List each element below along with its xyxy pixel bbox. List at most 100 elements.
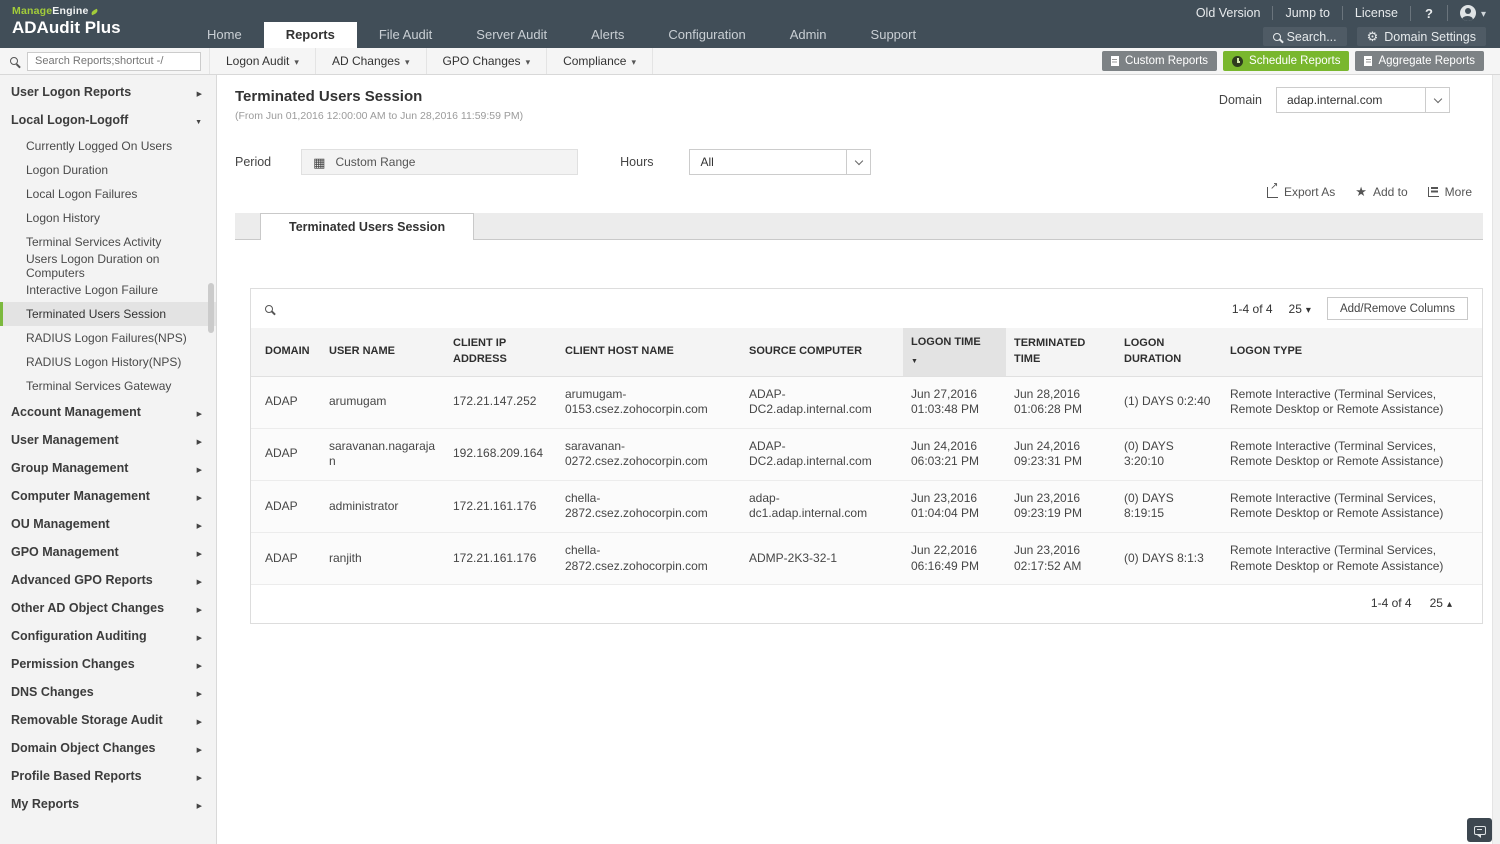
domain-label: Domain — [1218, 93, 1262, 107]
cell-client-host: chella-2872.csez.zohocorpin.com — [565, 490, 708, 521]
sidebar-item[interactable]: Terminated Users Session — [0, 302, 216, 326]
sidebar-item[interactable]: Configuration Auditing — [0, 622, 216, 650]
sidebar-item[interactable]: Advanced GPO Reports — [0, 566, 216, 594]
sidebar-item[interactable]: Profile Based Reports — [0, 762, 216, 790]
report-menu[interactable]: Compliance — [547, 48, 653, 74]
expand-arrow-icon — [197, 574, 202, 587]
sidebar-item[interactable]: RADIUS Logon History(NPS) — [0, 350, 216, 374]
sidebar-item[interactable]: User Logon Reports — [0, 78, 216, 106]
quick-link[interactable]: License — [1341, 6, 1410, 20]
header-quick-links: Old Version Jump to License ? — [1184, 5, 1486, 21]
hours-select[interactable]: All — [689, 149, 872, 175]
nav-tab[interactable]: Admin — [768, 22, 849, 48]
column-header[interactable]: USER NAME — [321, 328, 445, 377]
sidebar-item[interactable]: Other AD Object Changes — [0, 594, 216, 622]
sidebar-item[interactable]: Currently Logged On Users — [0, 134, 216, 158]
nav-tab[interactable]: File Audit — [357, 22, 454, 48]
sidebar-item[interactable]: Removable Storage Audit — [0, 706, 216, 734]
add-remove-columns-button[interactable]: Add/Remove Columns — [1326, 297, 1468, 320]
report-menu[interactable]: Logon Audit — [209, 48, 316, 74]
user-menu[interactable] — [1446, 5, 1486, 21]
report-content: Terminated Users Session (From Jun 01,20… — [217, 75, 1500, 844]
sidebar-item[interactable]: OU Management — [0, 510, 216, 538]
expand-arrow-icon — [197, 798, 202, 811]
sidebar-item[interactable]: Local Logon-Logoff — [0, 106, 216, 134]
nav-tab[interactable]: Alerts — [569, 22, 646, 48]
expand-arrow-icon — [197, 742, 202, 755]
nav-tab[interactable]: Support — [849, 22, 939, 48]
nav-tab[interactable]: Server Audit — [454, 22, 569, 48]
reports-sidebar: User Logon Reports Local Logon-Logoff Cu… — [0, 75, 217, 844]
sidebar-item[interactable]: Logon History — [0, 206, 216, 230]
page-scrollbar[interactable] — [1492, 75, 1500, 844]
quick-link[interactable]: Old Version — [1184, 6, 1273, 20]
sidebar-item[interactable]: User Management — [0, 426, 216, 454]
expand-arrow-icon — [197, 658, 202, 671]
gear-icon: ⚙ — [1366, 29, 1379, 44]
period-input[interactable]: ▦ Custom Range — [301, 149, 579, 175]
sidebar-item[interactable]: Logon Duration — [0, 158, 216, 182]
cell-logon-time: Jun 27,2016 01:03:48 PM — [911, 386, 980, 417]
nav-tab[interactable]: Home — [185, 22, 264, 48]
toolbar-button[interactable]: Aggregate Reports — [1355, 51, 1484, 71]
column-header[interactable]: CLIENT HOST NAME — [557, 328, 741, 377]
sidebar-item[interactable]: DNS Changes — [0, 678, 216, 706]
chevron-down-icon[interactable] — [1425, 88, 1449, 112]
column-header[interactable]: LOGON DURATION — [1116, 328, 1222, 377]
column-header[interactable]: LOGON TIME — [903, 328, 1006, 377]
expand-arrow-icon — [197, 86, 202, 99]
quick-link[interactable]: Jump to — [1272, 6, 1341, 20]
global-search-button[interactable]: Search... — [1262, 27, 1347, 46]
sidebar-item[interactable]: Permission Changes — [0, 650, 216, 678]
toolbar-button[interactable]: Custom Reports — [1101, 51, 1218, 71]
chevron-down-icon — [294, 54, 299, 68]
domain-settings-button[interactable]: ⚙ Domain Settings — [1356, 27, 1486, 46]
chevron-down-icon — [526, 54, 531, 68]
action-icon — [1355, 185, 1367, 199]
report-action-link[interactable]: Export As — [1266, 181, 1335, 199]
sidebar-item[interactable]: Users Logon Duration on Computers — [0, 252, 216, 280]
sidebar-item[interactable]: My Reports — [0, 790, 216, 818]
chevron-down-icon — [1481, 6, 1486, 20]
toolbar-buttons: Custom Reports Schedule Reports Aggregat… — [1101, 51, 1484, 71]
sidebar-item[interactable]: Domain Object Changes — [0, 734, 216, 762]
chevron-down-icon[interactable] — [846, 150, 870, 174]
sidebar-item[interactable]: Terminal Services Activity — [0, 230, 216, 254]
domain-select[interactable]: adap.internal.com — [1276, 87, 1450, 113]
sidebar-scrollbar[interactable] — [208, 283, 214, 333]
sidebar-item[interactable]: RADIUS Logon Failures(NPS) — [0, 326, 216, 350]
toolbar-button[interactable]: Schedule Reports — [1223, 51, 1350, 71]
app-window: ManageEngine ADAudit Plus Home Reports F… — [0, 0, 1500, 844]
column-header[interactable]: DOMAIN — [251, 328, 321, 377]
sidebar-item[interactable]: Account Management — [0, 398, 216, 426]
column-header[interactable]: SOURCE COMPUTER — [741, 328, 903, 377]
manageengine-logo[interactable]: ManageEngine ADAudit Plus — [12, 5, 121, 38]
sidebar-item[interactable]: Interactive Logon Failure — [0, 278, 216, 302]
report-action-link[interactable]: More — [1427, 185, 1472, 199]
sidebar-item[interactable]: GPO Management — [0, 538, 216, 566]
page-size-select[interactable]: 25 — [1289, 302, 1311, 316]
nav-tab[interactable]: Reports — [263, 22, 357, 48]
report-search-input[interactable] — [27, 51, 201, 71]
feedback-chat-button[interactable] — [1467, 818, 1492, 842]
sidebar-item[interactable]: Group Management — [0, 454, 216, 482]
column-header[interactable]: TERMINATED TIME — [1006, 328, 1116, 377]
help-icon[interactable]: ? — [1410, 5, 1447, 21]
tab-terminated-users-session[interactable]: Terminated Users Session — [260, 213, 475, 240]
report-menu[interactable]: AD Changes — [316, 48, 427, 74]
sidebar-item[interactable]: Local Logon Failures — [0, 182, 216, 206]
product-name: ADAudit Plus — [12, 18, 121, 37]
report-menu[interactable]: GPO Changes — [427, 48, 548, 74]
sidebar-item[interactable]: Computer Management — [0, 482, 216, 510]
nav-tab[interactable]: Configuration — [646, 22, 767, 48]
action-icon — [1427, 187, 1439, 197]
table-search-icon[interactable] — [265, 304, 273, 313]
report-action-link[interactable]: Add to — [1355, 185, 1408, 199]
column-header[interactable]: CLIENT IP ADDRESS — [445, 328, 557, 377]
table-row: ADAP administrator 172.21.161.176 chella… — [251, 480, 1482, 533]
sidebar-item[interactable]: Terminal Services Gateway — [0, 374, 216, 398]
page-size-select-bottom[interactable]: 25 — [1430, 596, 1452, 610]
expand-arrow-icon — [197, 602, 202, 615]
reports-toolbar: Logon Audit AD Changes GPO Changes Compl… — [0, 48, 1500, 75]
column-header[interactable]: LOGON TYPE — [1222, 328, 1482, 377]
